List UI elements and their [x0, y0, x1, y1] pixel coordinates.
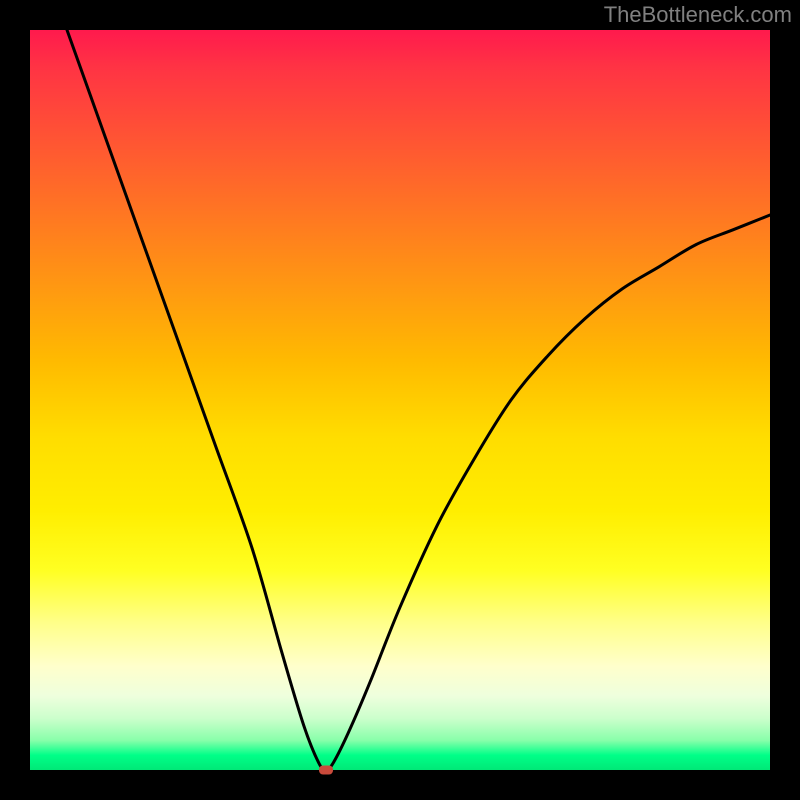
- bottleneck-curve: [67, 30, 770, 770]
- plot-area: [30, 30, 770, 770]
- curve-svg: [30, 30, 770, 770]
- minimum-marker: [319, 766, 333, 775]
- watermark-text: TheBottleneck.com: [604, 2, 792, 28]
